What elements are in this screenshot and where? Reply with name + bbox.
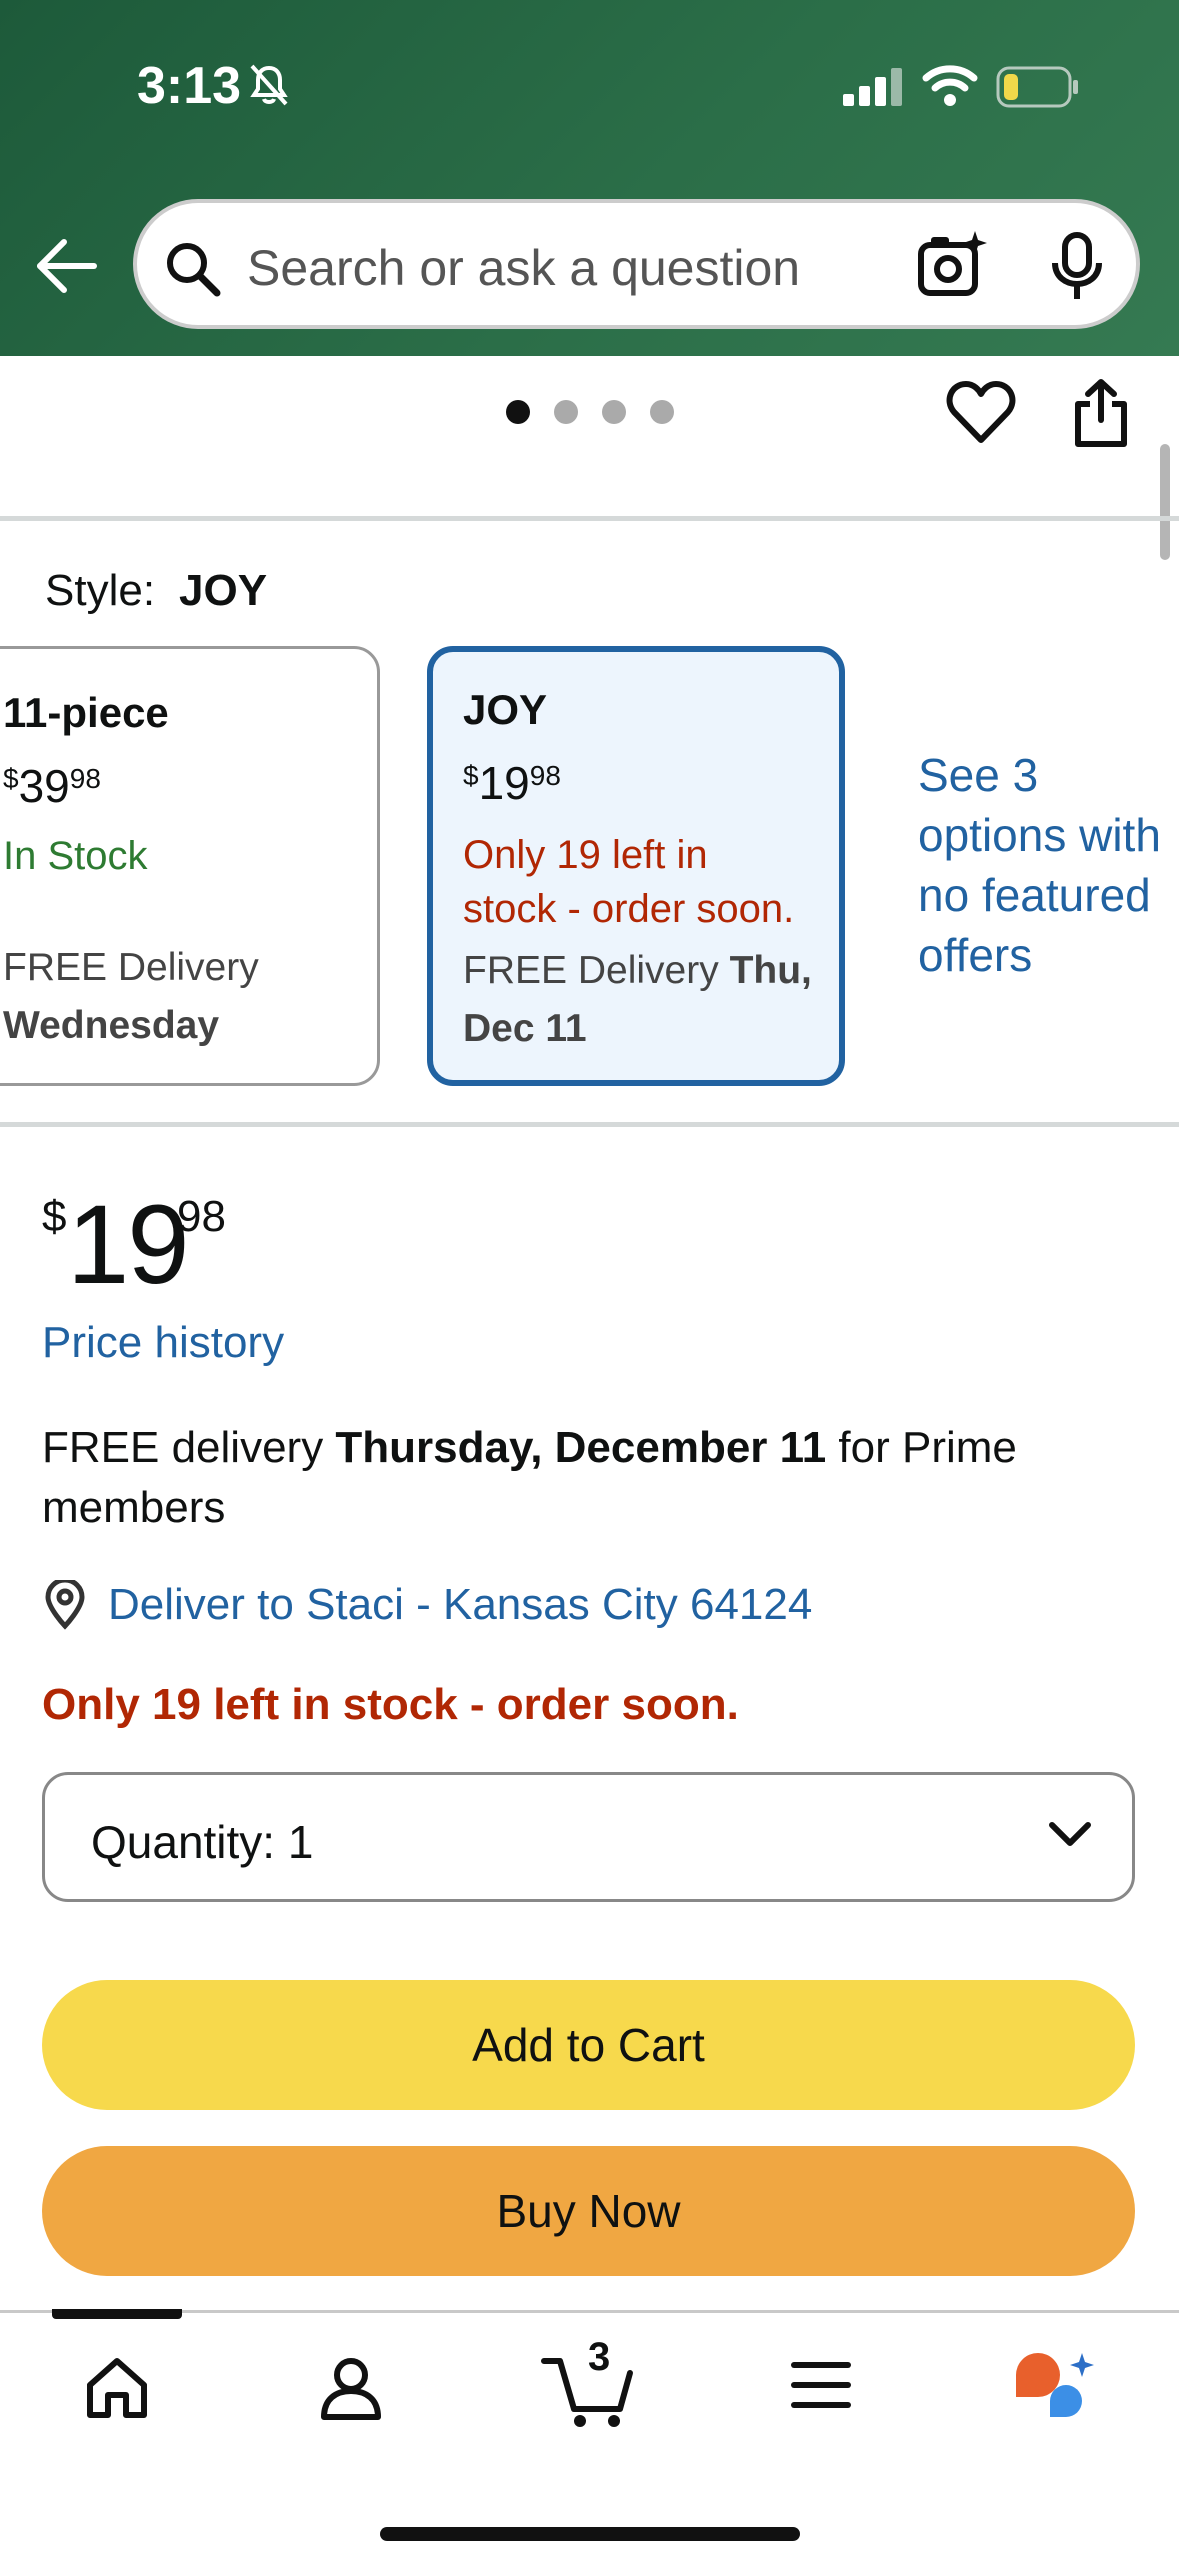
image-carousel-dots[interactable] <box>506 400 674 424</box>
style-label-text: Style: <box>45 566 156 615</box>
home-icon[interactable] <box>82 2355 152 2421</box>
carousel-dot[interactable] <box>554 400 578 424</box>
bottom-nav: 3 <box>0 2309 1179 2556</box>
carousel-dot[interactable] <box>650 400 674 424</box>
option-price: $3998 <box>3 760 101 812</box>
carousel-dot[interactable] <box>602 400 626 424</box>
microphone-icon[interactable] <box>1049 231 1105 301</box>
price-history-link[interactable]: Price history <box>42 1318 284 1368</box>
search-icon <box>167 243 221 297</box>
option-delivery: FREE Delivery <box>3 946 259 989</box>
search-input[interactable]: Search or ask a question <box>133 199 1140 329</box>
option-delivery-day: Dec 11 <box>463 1007 587 1050</box>
option-price: $1998 <box>463 757 561 809</box>
style-value: JOY <box>179 566 268 615</box>
option-stock-line2: stock - order soon. <box>463 887 795 931</box>
quantity-label: Quantity: 1 <box>91 1816 314 1868</box>
location-pin-icon <box>45 1580 85 1630</box>
status-time: 3:13 <box>137 57 242 115</box>
back-arrow-icon[interactable] <box>34 238 98 294</box>
option-title: JOY <box>463 686 548 733</box>
signal-icon <box>843 68 902 106</box>
cart-count: 3 <box>588 2335 611 2379</box>
divider <box>0 1122 1179 1127</box>
nav-active-indicator <box>52 2309 182 2319</box>
delivery-info: FREE delivery Thursday, December 11 for … <box>42 1423 1017 1532</box>
scrollbar[interactable] <box>1160 444 1170 560</box>
divider <box>0 516 1179 521</box>
battery-icon <box>996 66 1078 108</box>
account-icon[interactable] <box>318 2355 384 2421</box>
option-delivery: FREE Delivery Thu, <box>463 949 812 992</box>
app-header: 3:13 Search or ask a question <box>0 0 1179 356</box>
wifi-icon <box>922 65 978 106</box>
deliver-to-link[interactable]: Deliver to Staci - Kansas City 64124 <box>108 1580 812 1630</box>
add-to-cart-button[interactable]: Add to Cart <box>42 1980 1135 2110</box>
style-option-11-piece[interactable]: 11-piece $3998 In Stock FREE Delivery We… <box>0 646 380 1086</box>
share-icon[interactable] <box>1070 378 1132 448</box>
see-more-options-link[interactable]: See 3 options with no featured offers <box>918 745 1179 985</box>
stock-warning: Only 19 left in stock - order soon. <box>42 1680 739 1729</box>
option-stock-line1: Only 19 left in <box>463 833 708 877</box>
search-placeholder: Search or ask a question <box>247 240 801 296</box>
cart-icon[interactable]: 3 <box>540 2335 640 2429</box>
menu-icon[interactable] <box>790 2359 852 2411</box>
option-delivery-day: Wednesday <box>3 1004 220 1047</box>
style-option-joy-selected[interactable]: JOY $1998 Only 19 left in stock - order … <box>427 646 845 1086</box>
option-title: 11-piece <box>3 689 169 736</box>
quantity-select[interactable]: Quantity: 1 <box>42 1772 1135 1902</box>
camera-search-icon[interactable] <box>917 231 987 299</box>
bell-muted-icon <box>250 64 288 106</box>
buy-now-button[interactable]: Buy Now <box>42 2146 1135 2276</box>
wishlist-heart-icon[interactable] <box>946 380 1016 446</box>
home-indicator <box>380 2527 800 2541</box>
option-stock: In Stock <box>3 834 148 878</box>
chevron-down-icon <box>1049 1822 1091 1846</box>
carousel-dot-active[interactable] <box>506 400 530 424</box>
rufus-assistant-icon[interactable] <box>1012 2349 1096 2429</box>
style-label: Style: JOY <box>45 566 267 616</box>
